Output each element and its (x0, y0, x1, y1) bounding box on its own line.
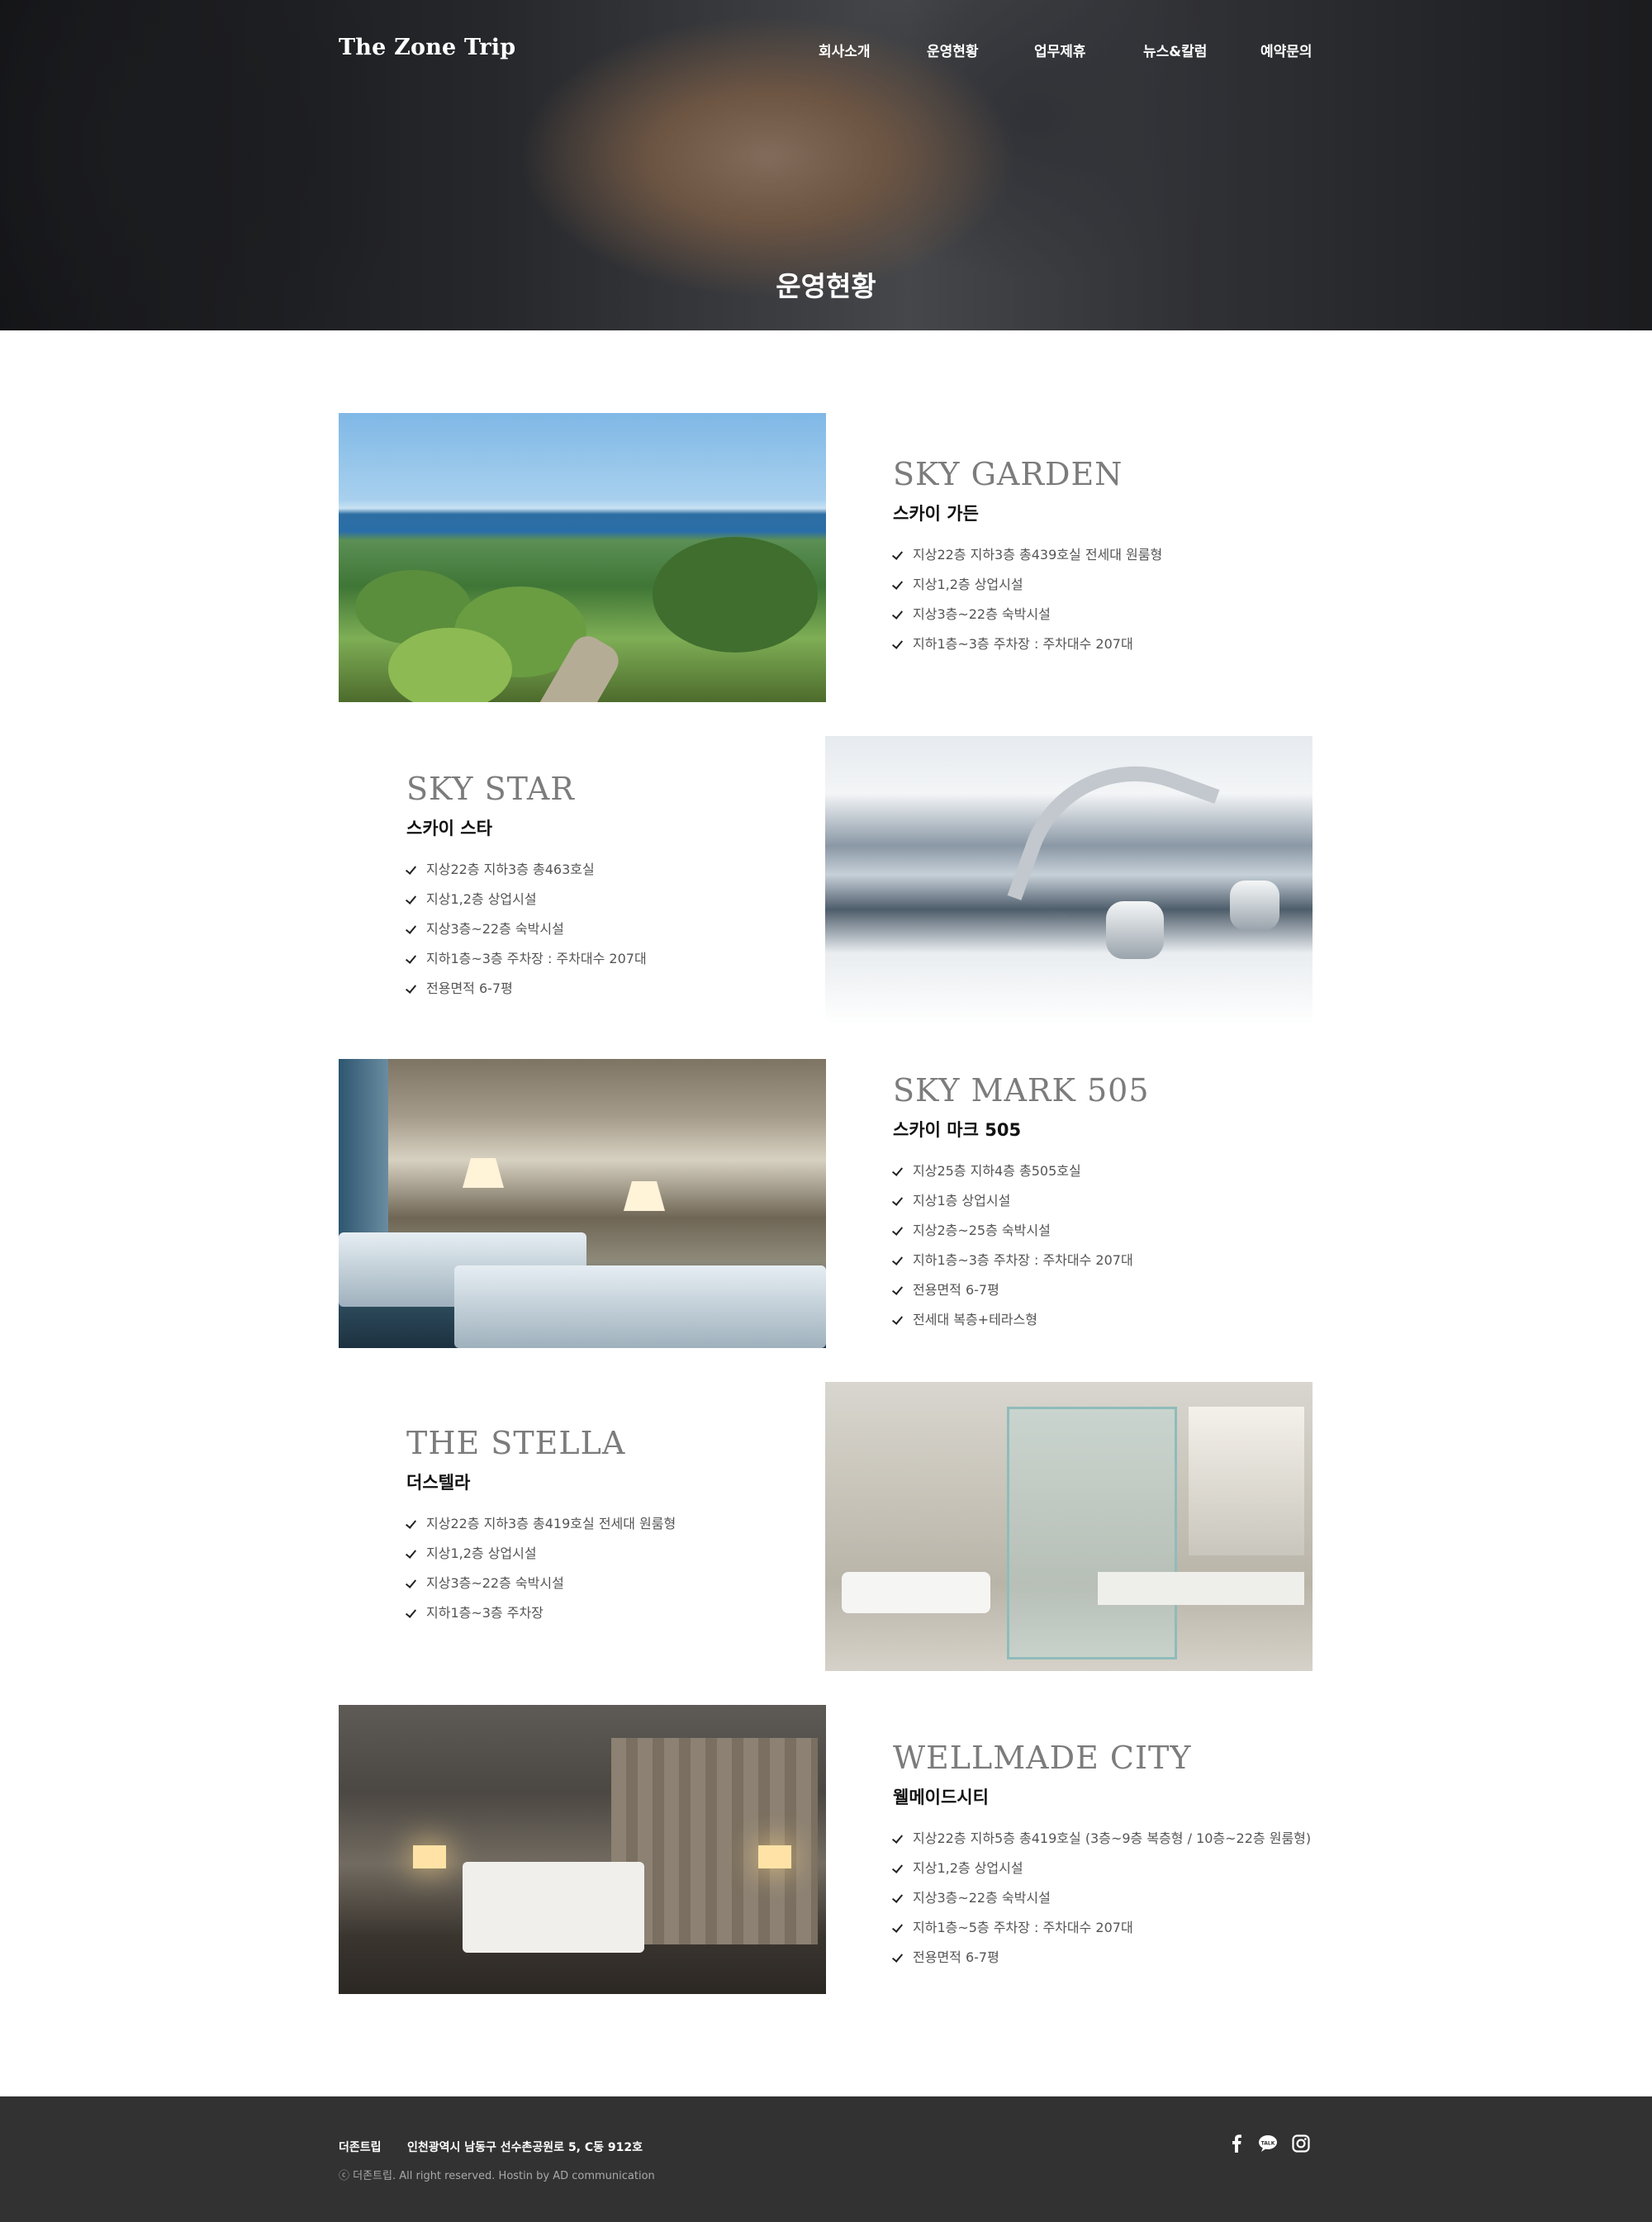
kakaotalk-icon[interactable]: TALK (1257, 2133, 1279, 2154)
feature-item: 지상25층 지하4층 총505호실 (893, 1163, 1150, 1193)
property-info-sky-star: SKY STAR 스카이 스타 지상22층 지하3층 총463호실 지상1,2층… (406, 771, 647, 1010)
feature-item: 지상1,2층 상업시설 (893, 1860, 1311, 1890)
footer-company: 더존트립 (339, 2141, 382, 2154)
feature-item: 지상3층~22층 숙박시설 (406, 1575, 676, 1605)
feature-list: 지상22층 지하5층 총419호실 (3층~9층 복층형 / 10층~22층 원… (893, 1830, 1311, 1979)
feature-item: 전용면적 6-7평 (893, 1949, 1311, 1979)
feature-list: 지상25층 지하4층 총505호실 지상1층 상업시설 지상2층~25층 숙박시… (893, 1163, 1150, 1341)
feature-item: 지상2층~25층 숙박시설 (893, 1223, 1150, 1252)
property-info-sky-garden: SKY GARDEN 스카이 가든 지상22층 지하3층 총439호실 전세대 … (893, 456, 1162, 666)
feature-item: 지상22층 지하5층 총419호실 (3층~9층 복층형 / 10층~22층 원… (893, 1830, 1311, 1860)
feature-item: 지상1,2층 상업시설 (893, 577, 1162, 606)
feature-item: 지상3층~22층 숙박시설 (893, 1890, 1311, 1920)
hero-banner: The Zone Trip 회사소개 운영현황 업무제휴 뉴스&칼럼 예약문의 … (0, 0, 1652, 330)
feature-item: 지상3층~22층 숙박시설 (893, 606, 1162, 636)
feature-item: 지하1층~3층 주차장 : 주차대수 207대 (893, 1252, 1150, 1282)
feature-item: 전용면적 6-7평 (893, 1282, 1150, 1312)
nav-item-partnership[interactable]: 업무제휴 (1034, 40, 1086, 60)
feature-item: 지하1층~5층 주차장 : 주차대수 207대 (893, 1920, 1311, 1949)
feature-item: 전용면적 6-7평 (406, 980, 647, 1010)
feature-item: 지상1층 상업시설 (893, 1193, 1150, 1223)
site-footer: 더존트립 인천광역시 남동구 선수촌공원로 5, C동 912호 ⓒ 더존트립.… (0, 2096, 1652, 2222)
nav-item-news[interactable]: 뉴스&칼럼 (1143, 40, 1207, 60)
nav-item-reservation[interactable]: 예약문의 (1260, 40, 1313, 60)
wellmade-city-photo (339, 1705, 826, 1994)
property-title-en: THE STELLA (406, 1425, 626, 1461)
property-info-sky-mark: SKY MARK 505 스카이 마크 505 지상25층 지하4층 총505호… (893, 1072, 1150, 1341)
feature-item: 지상22층 지하3층 총463호실 (406, 862, 647, 891)
nav-item-operations[interactable]: 운영현황 (927, 40, 979, 60)
footer-address: 인천광역시 남동구 선수촌공원로 5, C동 912호 (407, 2141, 643, 2154)
property-title-ko: 스카이 가든 (893, 504, 979, 524)
feature-list: 지상22층 지하3층 총419호실 전세대 원룸형 지상1,2층 상업시설 지상… (406, 1516, 676, 1635)
property-title-ko: 스카이 스타 (406, 819, 492, 838)
feature-item: 지상1,2층 상업시설 (406, 891, 647, 921)
feature-item: 지상22층 지하3층 총419호실 전세대 원룸형 (406, 1516, 676, 1545)
property-info-the-stella: THE STELLA 더스텔라 지상22층 지하3층 총419호실 전세대 원룸… (406, 1425, 676, 1635)
facebook-icon[interactable] (1226, 2133, 1247, 2154)
feature-item: 지하1층~3층 주차장 : 주차대수 207대 (406, 951, 647, 980)
main-nav: 회사소개 운영현황 업무제휴 뉴스&칼럼 예약문의 (0, 40, 1652, 64)
nav-item-company[interactable]: 회사소개 (819, 40, 871, 60)
feature-list: 지상22층 지하3층 총463호실 지상1,2층 상업시설 지상3층~22층 숙… (406, 862, 647, 1010)
social-links: TALK (1226, 2133, 1317, 2156)
property-title-en: WELLMADE CITY (893, 1740, 1192, 1776)
property-title-ko: 더스텔라 (406, 1473, 471, 1493)
page-title: 운영현황 (776, 270, 876, 303)
property-title-ko: 스카이 마크 505 (893, 1120, 1022, 1140)
feature-item: 지상22층 지하3층 총439호실 전세대 원룸형 (893, 547, 1162, 577)
property-title-en: SKY MARK 505 (893, 1072, 1150, 1109)
the-stella-photo (825, 1382, 1313, 1671)
feature-item: 지상1,2층 상업시설 (406, 1545, 676, 1575)
feature-item: 지상3층~22층 숙박시설 (406, 921, 647, 951)
sky-mark-photo (339, 1059, 826, 1348)
property-info-wellmade-city: WELLMADE CITY 웰메이드시티 지상22층 지하5층 총419호실 (… (893, 1740, 1311, 1979)
svg-text:TALK: TALK (1261, 2141, 1275, 2147)
property-title-en: SKY GARDEN (893, 456, 1123, 492)
footer-copyright: ⓒ 더존트립. All right reserved. Hostin by AD… (339, 2170, 655, 2182)
feature-list: 지상22층 지하3층 총439호실 전세대 원룸형 지상1,2층 상업시설 지상… (893, 547, 1162, 666)
feature-item: 지하1층~3층 주차장 (406, 1605, 676, 1635)
property-title-en: SKY STAR (406, 771, 575, 807)
feature-item: 지하1층~3층 주차장 : 주차대수 207대 (893, 636, 1162, 666)
sky-star-photo (825, 736, 1313, 1025)
sky-garden-photo (339, 413, 826, 702)
instagram-icon[interactable] (1290, 2133, 1312, 2154)
feature-item: 전세대 복층+테라스형 (893, 1312, 1150, 1341)
property-title-ko: 웰메이드시티 (893, 1788, 989, 1807)
